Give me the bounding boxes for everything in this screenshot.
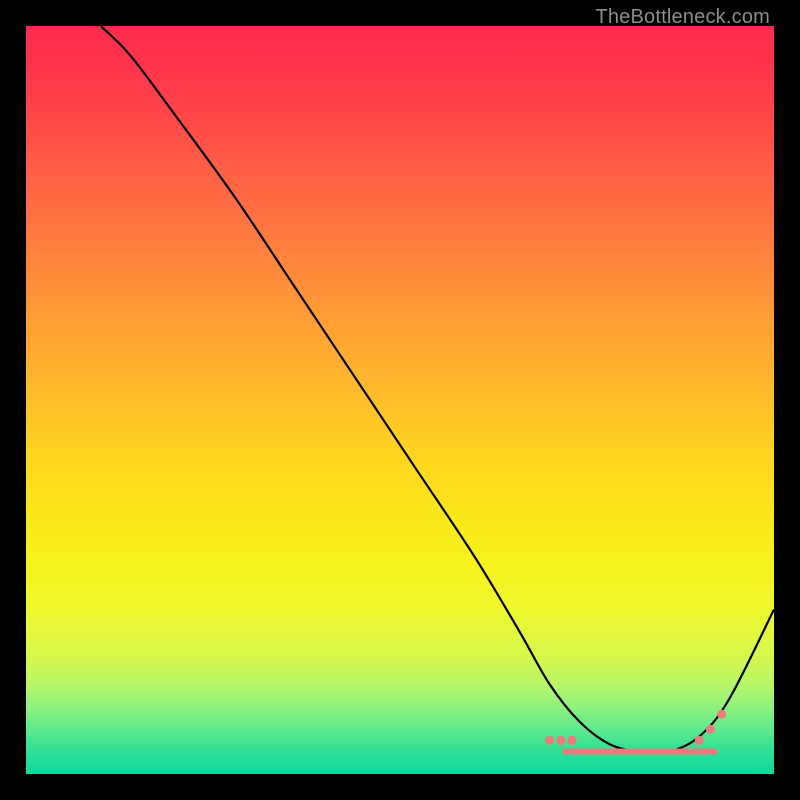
bottleneck-curve (101, 26, 774, 753)
marker-cluster-right (695, 710, 726, 745)
marker-dot (695, 736, 704, 745)
marker-dot (568, 736, 577, 745)
marker-dot (717, 710, 726, 719)
marker-dot (556, 736, 565, 745)
marker-dot (545, 736, 554, 745)
marker-cluster-left (545, 736, 576, 745)
chart-overlay (26, 26, 774, 774)
marker-dot (706, 725, 715, 734)
